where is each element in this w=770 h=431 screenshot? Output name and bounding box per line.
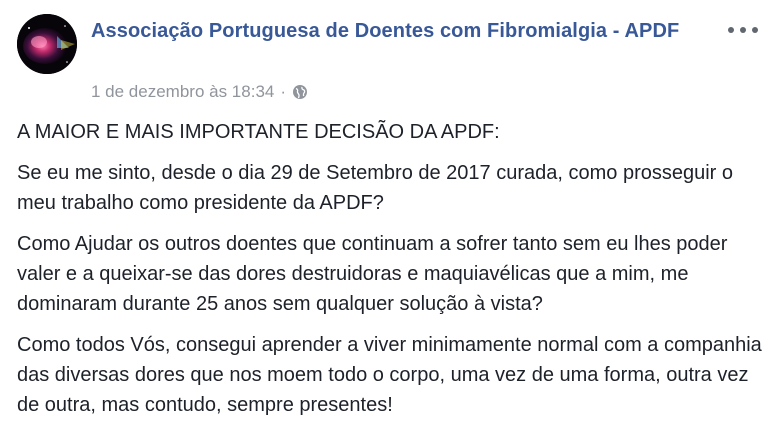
page-avatar[interactable] xyxy=(17,14,77,74)
more-dot xyxy=(740,27,746,33)
facebook-post: Associação Portuguesa de Doentes com Fib… xyxy=(0,0,770,416)
post-paragraph: Como Ajudar os outros doentes que contin… xyxy=(17,233,728,315)
post-meta: 1 de dezembro às 18:34 · xyxy=(91,81,308,103)
meta-separator: · xyxy=(280,82,287,101)
more-options-icon[interactable] xyxy=(728,20,758,40)
more-dot xyxy=(752,27,758,33)
post-paragraph: Como todos Vós, consegui aprender a vive… xyxy=(17,334,762,416)
post-timestamp[interactable]: 1 de dezembro às 18:34 xyxy=(91,82,274,102)
page-name-link[interactable]: Associação Portuguesa de Doentes com Fib… xyxy=(91,18,691,45)
post-body: A MAIOR E MAIS IMPORTANTE DECISÃO DA APD… xyxy=(17,117,762,431)
avatar-image xyxy=(17,14,77,74)
more-dot xyxy=(728,27,734,33)
post-paragraph: A MAIOR E MAIS IMPORTANTE DECISÃO DA APD… xyxy=(17,121,500,143)
globe-icon[interactable] xyxy=(292,84,308,100)
post-paragraph: Se eu me sinto, desde o dia 29 de Setemb… xyxy=(17,162,734,214)
